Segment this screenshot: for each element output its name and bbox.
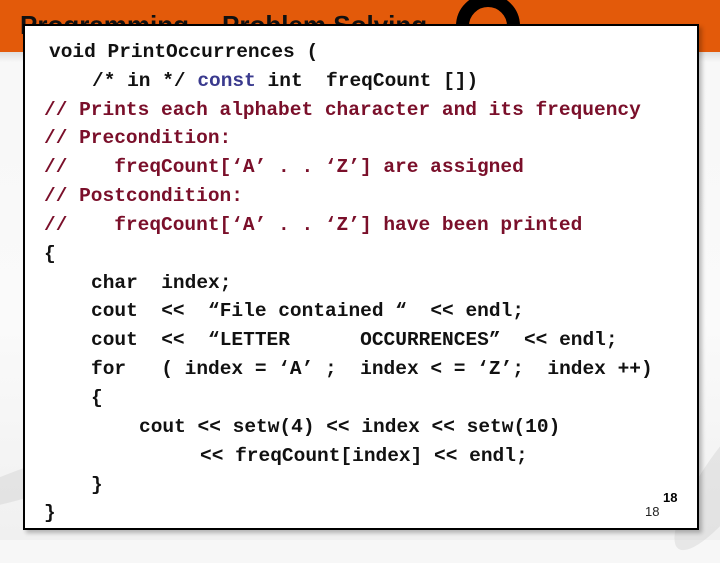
code-comment-precondition-detail: // freqCount[‘A’ . . ‘Z’] are assigned [44, 156, 524, 178]
code-comment-postcondition-detail: // freqCount[‘A’ . . ‘Z’] have been prin… [44, 214, 583, 236]
code-line-cout-header: cout << “LETTER OCCURRENCES” << endl; [91, 329, 618, 351]
code-close-brace: } [44, 502, 56, 524]
code-line-for: for ( index = ‘A’ ; index < = ‘Z’; index… [91, 358, 653, 380]
code-comment-postcondition: // Postcondition: [44, 185, 243, 207]
code-line-declaration: char index; [91, 272, 232, 294]
code-comment-precondition: // Precondition: [44, 127, 232, 149]
code-line-signature: void PrintOccurrences ( [49, 41, 319, 63]
code-line-cout-freq: << freqCount[index] << endl; [200, 445, 528, 467]
code-for-close-brace: } [91, 474, 103, 496]
code-comment-in: /* in */ [92, 70, 198, 92]
code-for-open-brace: { [91, 387, 103, 409]
code-box: void PrintOccurrences ( /* in */ const i… [23, 24, 699, 530]
slide-number-big: 18 [663, 490, 678, 505]
code-open-brace: { [44, 243, 56, 265]
code-line-cout-file: cout << “File contained “ << endl; [91, 300, 524, 322]
code-line-cout-setw: cout << setw(4) << index << setw(10) [139, 416, 561, 438]
code-comment-description: // Prints each alphabet character and it… [44, 99, 641, 121]
code-line-parameter: /* in */ const int freqCount []) [92, 69, 478, 93]
slide-number-small: 18 [645, 504, 660, 519]
code-keyword-const: const [197, 70, 256, 92]
code-parameter-decl: int freqCount []) [255, 70, 479, 92]
